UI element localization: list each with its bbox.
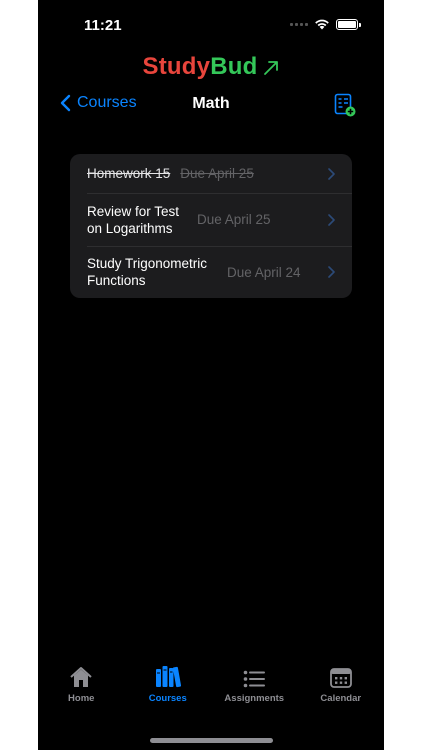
add-assignment-button[interactable] [334,93,356,117]
assignment-name: Study Trigonometric Functions [87,256,208,288]
list-icon [243,670,266,688]
chevron-right-icon [328,266,335,278]
tab-calendar[interactable]: Calendar [298,662,385,708]
tab-courses[interactable]: Courses [125,662,212,708]
chevron-right-icon [328,167,335,180]
assignment-list: Homework 15 Due April 25 Review for Test… [70,154,352,298]
books-icon [155,666,181,688]
tab-label: Courses [148,693,187,704]
back-label: Courses [77,94,137,111]
tab-bar: Home Courses Assignments Calendar [38,662,384,708]
home-indicator[interactable] [150,738,273,743]
trend-arrow-icon [264,60,279,75]
cellular-signal-icon [290,22,308,26]
assignment-due-date: Due April 25 [180,166,254,181]
app-title-bud: Bud [210,53,258,80]
tab-label: Home [68,693,95,704]
battery-icon [336,18,361,30]
tab-label: Calendar [320,693,362,704]
add-assignment-icon [334,93,356,117]
assignment-row[interactable]: Homework 15 Due April 25 [70,154,352,193]
house-icon [70,667,92,687]
tab-assignments[interactable]: Assignments [211,662,298,708]
tab-label: Assignments [224,693,285,704]
chevron-left-icon [60,94,71,112]
app-title-study: Study [142,53,211,80]
status-icons [290,18,361,30]
calendar-icon [329,668,352,688]
page-title: Math [192,95,230,112]
app-logo: StudyBud [38,53,384,81]
tab-home[interactable]: Home [38,662,125,708]
assignment-row[interactable]: Review for Test on Logarithms Due April … [70,193,352,246]
status-time: 11:21 [84,17,122,34]
chevron-right-icon [328,213,335,226]
back-button[interactable]: Courses [60,94,137,112]
assignment-name: Homework 15 [87,166,171,181]
assignment-due-date: Due April 25 [197,212,271,227]
assignment-name: Review for Test on Logarithms [87,203,180,236]
assignment-row[interactable]: Study Trigonometric Functions Due April … [70,246,352,298]
assignment-due-date: Due April 24 [227,264,301,280]
wifi-icon [315,19,329,30]
phone-screen: 11:21 StudyBud Courses Math Homework 15 … [38,0,384,750]
